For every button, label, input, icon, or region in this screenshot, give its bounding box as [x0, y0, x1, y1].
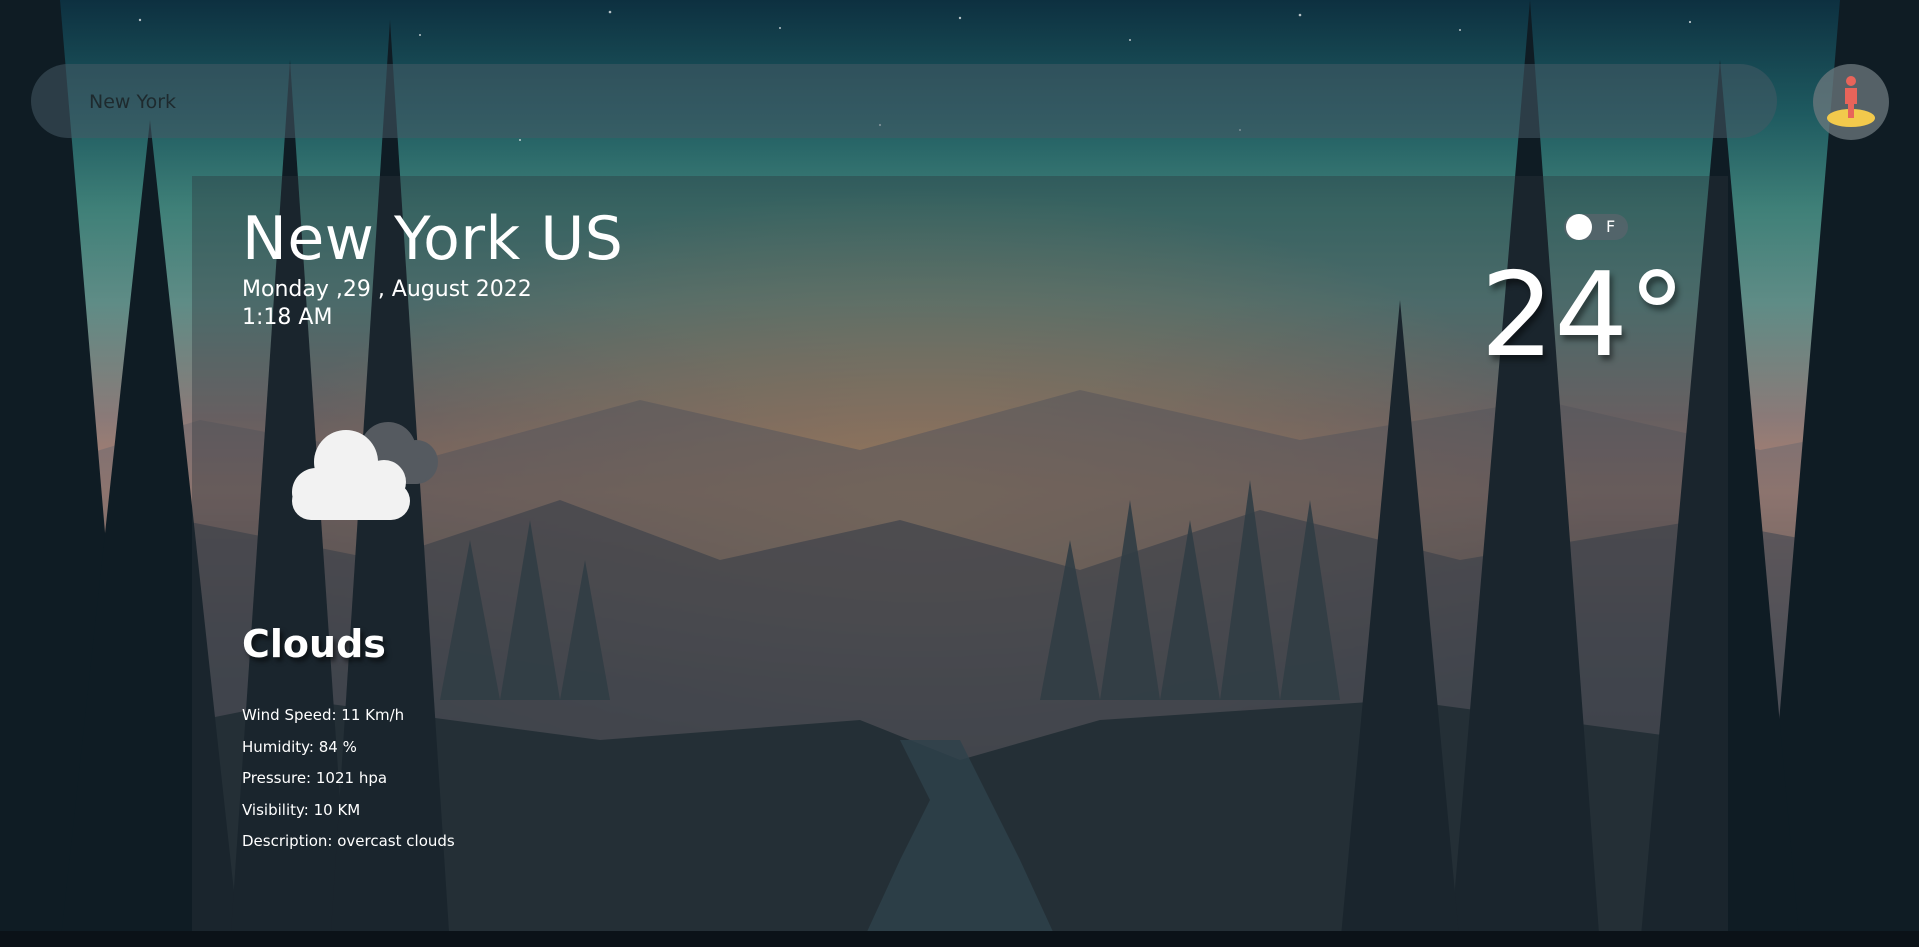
toggle-unit-label: F	[1606, 217, 1616, 236]
clouds-icon	[292, 422, 438, 520]
weather-card: New York US Monday ,29 , August 2022 1:1…	[192, 176, 1728, 931]
person-location-icon	[1827, 76, 1875, 127]
pressure: Pressure: 1021 hpa	[242, 769, 388, 787]
wind-speed: Wind Speed: 11 Km/h	[242, 706, 405, 724]
search-bar	[31, 64, 1777, 140]
current-location-button[interactable]	[1813, 64, 1889, 140]
city-name: New York US	[242, 204, 624, 274]
humidity: Humidity: 84 %	[242, 737, 357, 756]
temperature-value: 24°	[1480, 248, 1686, 383]
weather-condition: Clouds	[242, 622, 386, 666]
weather-details: Wind Speed: 11 Km/h Humidity: 84 % Press…	[242, 706, 455, 864]
city-search-input[interactable]	[87, 64, 1691, 140]
current-time: 1:18 AM	[242, 305, 333, 330]
current-date: Monday ,29 , August 2022	[242, 277, 532, 302]
bottom-edge	[0, 931, 1919, 947]
weather-app: New York US Monday ,29 , August 2022 1:1…	[0, 0, 1919, 947]
visibility: Visibility: 10 KM	[242, 800, 361, 819]
toggle-knob	[1566, 214, 1592, 240]
description: Description: overcast clouds	[242, 832, 455, 850]
fahrenheit-toggle[interactable]: F	[1564, 214, 1628, 240]
